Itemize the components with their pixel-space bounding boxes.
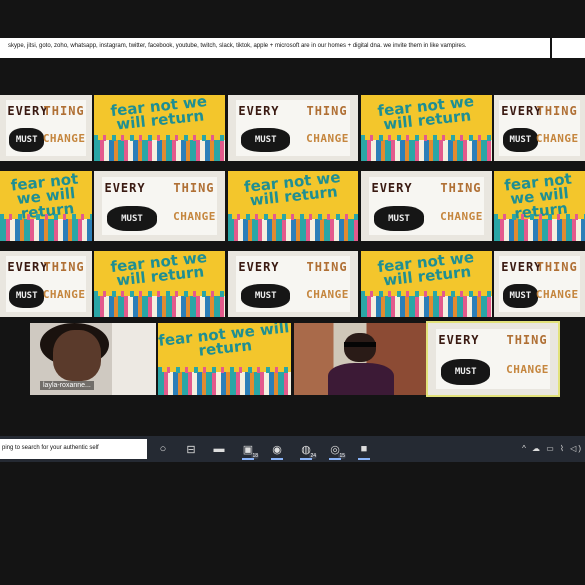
poster-city-illustration	[494, 213, 585, 241]
participant-tile-everything-poster[interactable]: EVERY THING MUST CHANGE	[494, 95, 585, 161]
poster-thing-text: THING	[173, 180, 215, 195]
poster-city-illustration	[158, 366, 291, 395]
poster-every-text: EVERY	[238, 104, 280, 119]
app-red-icon[interactable]: ◎ 15	[327, 441, 346, 460]
video-grid: EVERY THING MUST CHANGE fear not we will ret…	[0, 95, 585, 400]
poster-must-text: MUST	[9, 128, 45, 152]
poster-fear-text: fear not we will return	[376, 95, 475, 134]
poster-change-text: CHANGE	[173, 210, 216, 224]
top-bar-right-block	[552, 38, 585, 58]
running-indicator	[271, 458, 283, 460]
search-text: ping to search for your authentic self	[2, 445, 99, 451]
poster-thing-text: THING	[306, 260, 348, 275]
participant-tile-everything-poster[interactable]: EVERY THING MUST CHANGE	[0, 251, 92, 317]
poster-change-text: CHANGE	[306, 287, 349, 301]
poster-fear-text: fear not we will return	[109, 251, 208, 290]
poster-thing-text: THING	[43, 104, 85, 119]
system-tray[interactable]: ^ ☁ ▭ ⌇ ◁)	[522, 444, 583, 453]
poster-fear-text: fear not we will return	[158, 323, 290, 361]
participant-tile-man-sunglasses[interactable]	[294, 323, 426, 395]
participant-tile-fear-not-poster[interactable]: fear not we will return	[0, 171, 92, 241]
participant-tile-everything-poster[interactable]: EVERY THING MUST CHANGE	[94, 171, 225, 241]
participant-tile-fear-not-poster[interactable]: fear not we will return	[361, 251, 492, 317]
file-explorer-icon[interactable]: ▬	[211, 441, 227, 457]
running-indicator	[329, 458, 341, 460]
poster-fear-text: fear not we will return	[376, 251, 475, 290]
running-indicator	[242, 458, 254, 460]
participant-tile-layla[interactable]: layla-roxanne...	[30, 323, 156, 395]
participant-tile-fear-not-poster[interactable]: fear not we will return	[94, 251, 225, 317]
windows-taskbar: ping to search for your authentic self ○…	[0, 436, 585, 462]
zoom-icon[interactable]: ■	[356, 441, 372, 460]
poster-must-text: MUST	[503, 128, 538, 152]
poster-thing-text: THING	[440, 180, 482, 195]
taskbar-search-box[interactable]: ping to search for your authentic self	[0, 439, 147, 459]
participant-tile-fear-not-poster[interactable]: fear not we will return	[228, 171, 358, 241]
poster-change-text: CHANGE	[440, 210, 483, 224]
poster-must-text: MUST	[107, 206, 157, 232]
caption-text: skype, jitsi, goto, zoho, whatsapp, inst…	[8, 43, 467, 49]
poster-city-illustration	[94, 290, 225, 317]
poster-must-text: MUST	[374, 206, 424, 232]
participant-tile-everything-poster[interactable]: EVERY THING MUST CHANGE	[494, 251, 585, 317]
participant-tile-everything-poster[interactable]: EVERY THING MUST CHANGE	[0, 95, 92, 161]
poster-thing-text: THING	[536, 260, 578, 275]
chrome-icon[interactable]: ◉	[269, 441, 285, 460]
poster-must-text: MUST	[241, 128, 291, 152]
video-face	[52, 330, 101, 381]
poster-fear-text: fear not we will return	[109, 95, 208, 134]
video-head	[344, 333, 376, 362]
poster-fear-text: fear not we will return	[243, 171, 342, 210]
poster-city-illustration	[94, 134, 225, 161]
participant-tile-fear-not-poster[interactable]: fear not we will return	[361, 95, 492, 161]
poster-change-text: CHANGE	[306, 131, 349, 145]
running-indicator	[358, 458, 370, 460]
participant-tile-fear-not-poster[interactable]: fear not we will return	[158, 323, 291, 395]
participant-tile-everything-poster[interactable]: EVERY THING MUST CHANGE	[228, 95, 358, 161]
whatsapp-icon[interactable]: ◍ 24	[298, 441, 317, 460]
poster-thing-text: THING	[506, 333, 548, 348]
poster-every-text: EVERY	[371, 180, 413, 195]
participant-tile-everything-poster[interactable]: EVERY THING MUST CHANGE	[228, 251, 358, 317]
participant-tile-everything-poster[interactable]: EVERY THING MUST CHANGE	[361, 171, 492, 241]
participant-tile-fear-not-poster[interactable]: fear not we will return	[94, 95, 225, 161]
poster-city-illustration	[361, 290, 492, 317]
poster-change-text: CHANGE	[506, 363, 549, 377]
poster-every-text: EVERY	[238, 260, 280, 275]
poster-must-text: MUST	[9, 284, 45, 308]
poster-every-text: EVERY	[7, 104, 49, 119]
poster-change-text: CHANGE	[535, 287, 579, 301]
cortana-icon[interactable]: ○	[155, 441, 171, 457]
participant-tile-everything-poster[interactable]: EVERY THING MUST CHANGE	[426, 321, 560, 397]
poster-must-text: MUST	[441, 359, 491, 385]
poster-thing-text: THING	[306, 104, 348, 119]
participant-tile-fear-not-poster[interactable]: fear not we will return	[494, 171, 585, 241]
video-body	[328, 362, 395, 395]
poster-every-text: EVERY	[7, 260, 49, 275]
video-glasses	[344, 341, 376, 348]
poster-must-text: MUST	[241, 284, 291, 308]
participant-name-label: layla-roxanne...	[40, 381, 94, 390]
poster-change-text: CHANGE	[42, 131, 86, 145]
poster-change-text: CHANGE	[535, 131, 579, 145]
poster-change-text: CHANGE	[42, 287, 86, 301]
poster-city-illustration	[0, 213, 92, 241]
video-light	[111, 323, 156, 395]
top-caption-bar: skype, jitsi, goto, zoho, whatsapp, inst…	[0, 38, 550, 58]
poster-every-text: EVERY	[438, 333, 480, 348]
poster-thing-text: THING	[536, 104, 578, 119]
poster-thing-text: THING	[43, 260, 85, 275]
task-view-icon[interactable]: ⊟	[183, 441, 199, 457]
poster-city-illustration	[228, 213, 358, 241]
video-icon[interactable]: ▣ 18	[240, 441, 259, 460]
poster-must-text: MUST	[503, 284, 538, 308]
running-indicator	[300, 458, 312, 460]
poster-every-text: EVERY	[104, 180, 146, 195]
poster-city-illustration	[361, 134, 492, 161]
